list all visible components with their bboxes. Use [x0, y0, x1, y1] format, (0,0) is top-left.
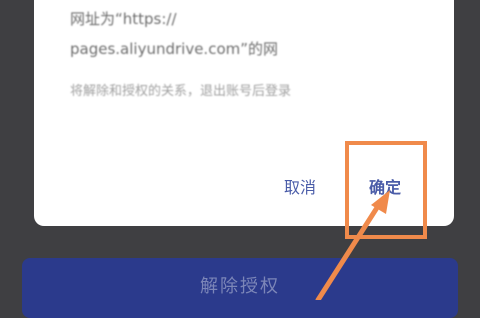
pointer-arrow-icon [315, 190, 390, 300]
